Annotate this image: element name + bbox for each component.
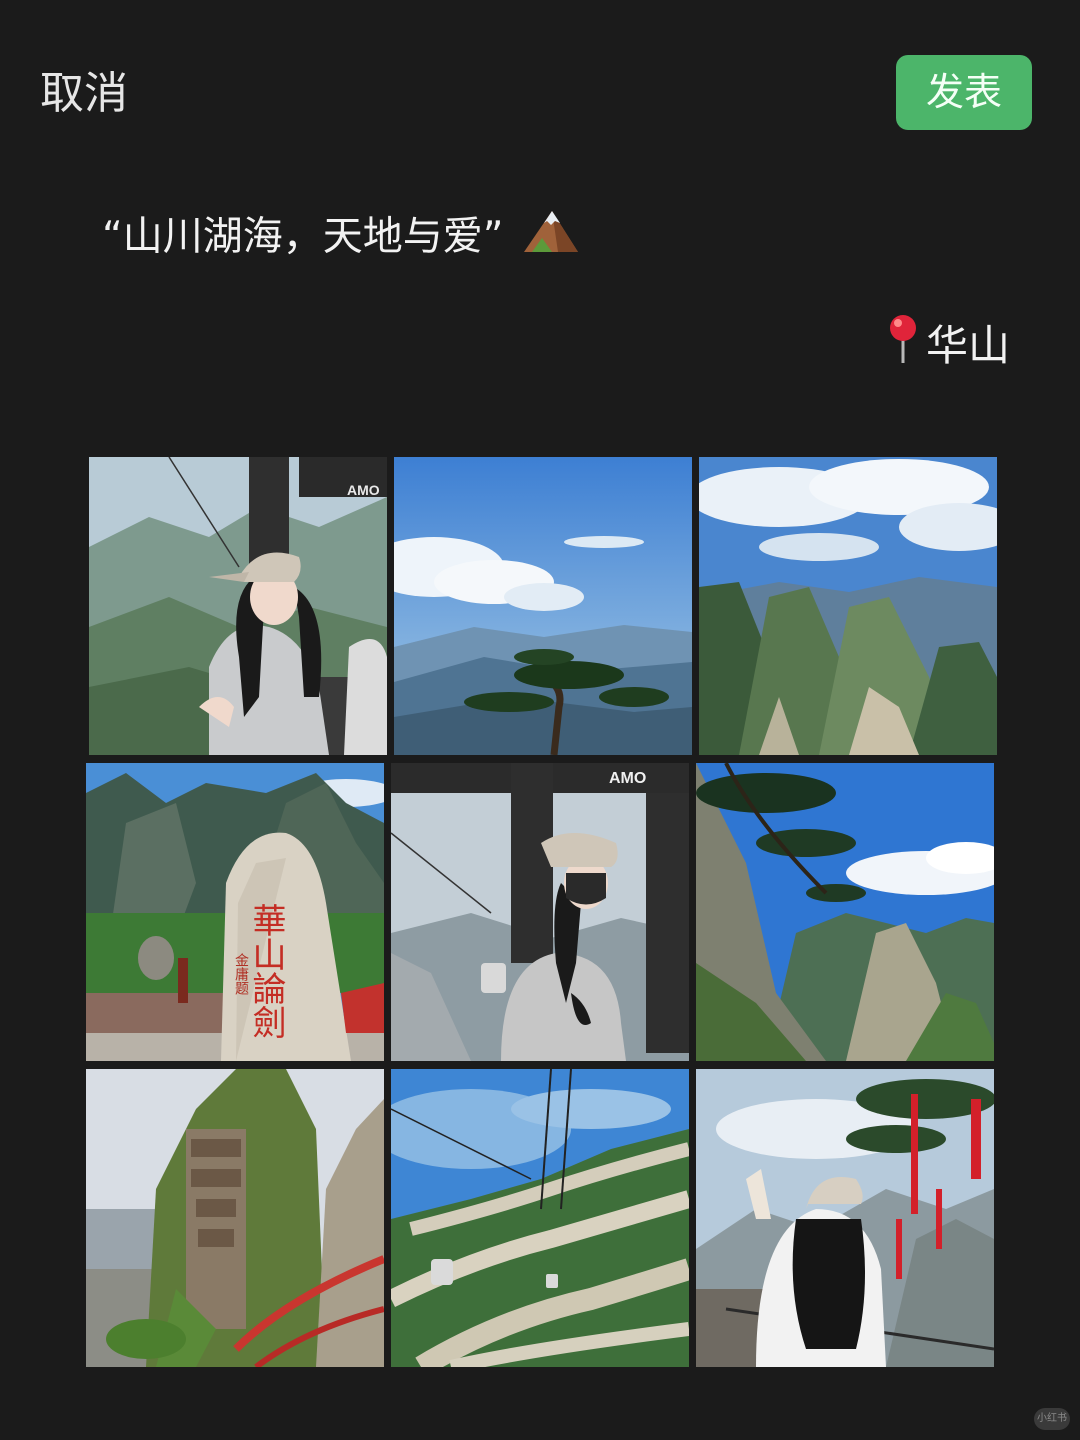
map-pin-icon: [886, 314, 920, 378]
caption-text: “山川湖海，天地与爱”: [102, 213, 504, 260]
cancel-button[interactable]: 取消: [40, 66, 128, 122]
photo-girl-in-cable-car-cap[interactable]: AMO: [89, 457, 387, 755]
photo-huashan-lunjian-stone[interactable]: 華山論劍 金庸题: [86, 763, 384, 1061]
cable-car-brand-text-2: AMO: [609, 770, 646, 787]
photo-girl-masked-cable-car[interactable]: AMO: [391, 763, 689, 1061]
publish-button[interactable]: 发表: [896, 55, 1032, 130]
photo-cliff-temple[interactable]: [86, 1069, 384, 1367]
photo-cable-car-over-ridges[interactable]: [391, 1069, 689, 1367]
snow-capped-mountain-icon: [522, 208, 580, 269]
photo-pine-tree-sky[interactable]: [394, 457, 692, 755]
post-editor-screen: 取消 发表 “山川湖海，天地与爱” 华山 AMO 華山論劍 金庸题 AMO 小红…: [0, 0, 1080, 1440]
post-caption[interactable]: “山川湖海，天地与爱”: [102, 208, 580, 269]
location-label: 华山: [925, 321, 1010, 370]
watermark-badge: 小红书: [1034, 1408, 1070, 1430]
cable-car-brand-text: AMO: [347, 482, 380, 498]
stone-signature-text: 金庸题: [233, 953, 249, 996]
photo-girl-back-red-ribbons[interactable]: [696, 1069, 994, 1367]
location-tag[interactable]: 华山: [886, 314, 1010, 378]
photo-pine-cliff-peaks[interactable]: [696, 763, 994, 1061]
stone-inscription-text: 華山論劍: [246, 903, 286, 1039]
photo-mountain-peaks-clouds[interactable]: [699, 457, 997, 755]
photo-grid: AMO 華山論劍 金庸题 AMO: [86, 457, 997, 1367]
